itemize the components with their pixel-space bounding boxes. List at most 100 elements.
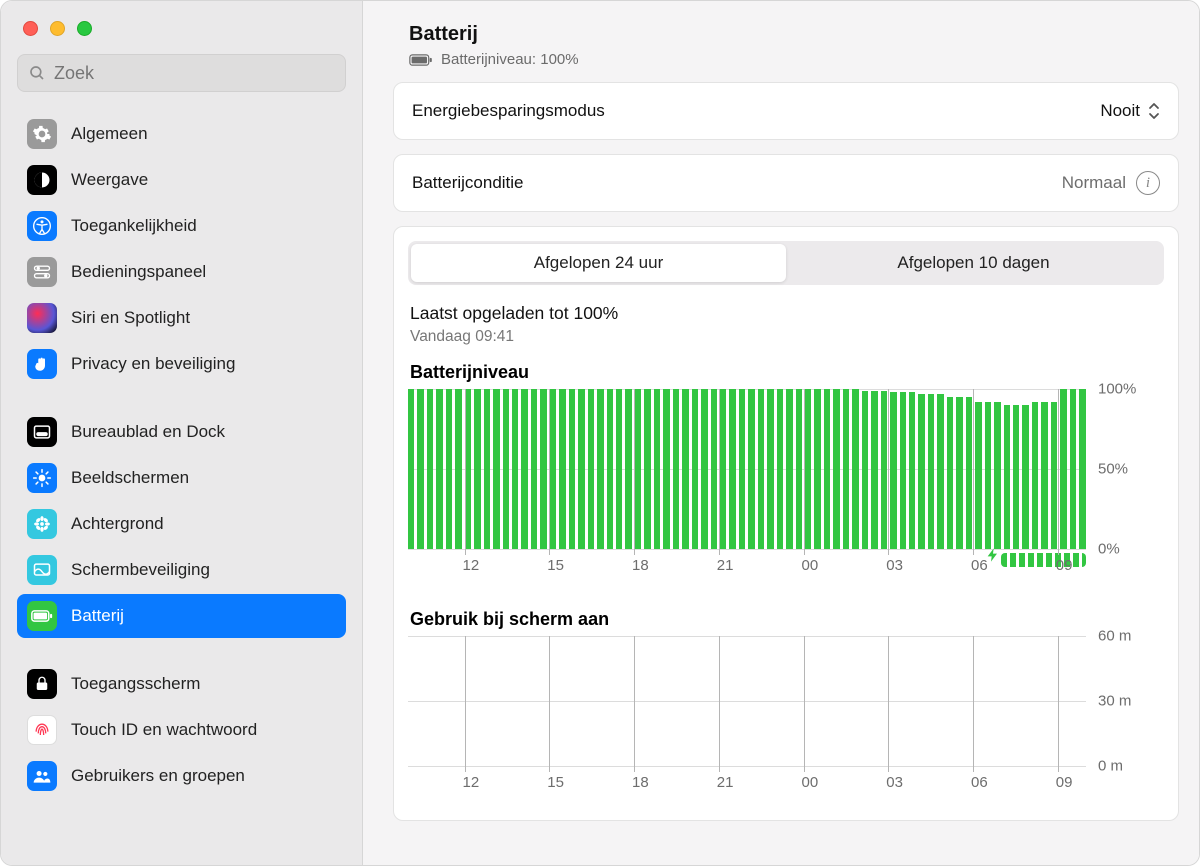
bar [1070, 389, 1076, 549]
sidebar-item-label: Schermbeveiliging [71, 560, 210, 580]
bar [729, 389, 735, 549]
gridline [549, 636, 550, 772]
gridline [973, 636, 974, 772]
bar [739, 389, 745, 549]
search-field[interactable] [17, 54, 346, 92]
bar [890, 392, 896, 549]
sidebar-item-users[interactable]: Gebruikers en groepen [17, 754, 346, 798]
sidebar-item-battery[interactable]: Batterij [17, 594, 346, 638]
sidebar-item-control-center[interactable]: Bedieningspaneel [17, 250, 346, 294]
bar [531, 389, 537, 549]
gridline [634, 389, 635, 555]
gridline [1058, 389, 1059, 555]
bar [446, 389, 452, 549]
lock-icon [27, 669, 57, 699]
seg-10d[interactable]: Afgelopen 10 dagen [786, 244, 1161, 282]
gridline [634, 636, 635, 772]
bar [701, 389, 707, 549]
sidebar-list: Algemeen Weergave Toegankelijkheid Bedie… [1, 104, 362, 808]
bar [408, 389, 414, 549]
bar [928, 394, 934, 549]
sidebar-item-wallpaper[interactable]: Achtergrond [17, 502, 346, 546]
bar [540, 389, 546, 549]
last-charged: Laatst opgeladen tot 100% Vandaag 09:41 [410, 303, 1162, 346]
xtick: 21 [717, 774, 734, 791]
sidebar-item-siri[interactable]: Siri en Spotlight [17, 296, 346, 340]
chart1-yaxis: 100% 50% 0% [1086, 389, 1164, 549]
bar [484, 389, 490, 549]
seg-24h[interactable]: Afgelopen 24 uur [411, 244, 786, 282]
users-icon [27, 761, 57, 791]
fullscreen-window-button[interactable] [77, 21, 92, 36]
bar [512, 389, 518, 549]
control-center-icon [27, 257, 57, 287]
bar [937, 394, 943, 549]
sidebar-item-appearance[interactable]: Weergave [17, 158, 346, 202]
chart2-title: Gebruik bij scherm aan [410, 609, 1164, 630]
close-window-button[interactable] [23, 21, 38, 36]
bar [796, 389, 802, 549]
dock-icon [27, 417, 57, 447]
bar [824, 389, 830, 549]
bar [758, 389, 764, 549]
bar [550, 389, 556, 549]
bar [1022, 405, 1028, 549]
chart-screen-on: 60 m 30 m 0 m [408, 636, 1164, 766]
minimize-window-button[interactable] [50, 21, 65, 36]
bar [682, 389, 688, 549]
gridline [888, 636, 889, 772]
info-icon[interactable]: i [1136, 171, 1160, 195]
sidebar-item-privacy[interactable]: Privacy en beveiliging [17, 342, 346, 386]
sidebar-item-dock[interactable]: Bureaublad en Dock [17, 410, 346, 454]
xtick: 00 [802, 557, 819, 574]
bar [493, 389, 499, 549]
bar [966, 397, 972, 549]
sidebar-item-general[interactable]: Algemeen [17, 112, 346, 156]
bar [644, 389, 650, 549]
appearance-icon [27, 165, 57, 195]
bar [994, 402, 1000, 549]
bar [881, 391, 887, 549]
condition-label: Batterijconditie [412, 173, 524, 193]
gridline [719, 636, 720, 772]
bar [711, 389, 717, 549]
time-range-segmented: Afgelopen 24 uur Afgelopen 10 dagen [408, 241, 1164, 285]
bar [900, 392, 906, 549]
bar [663, 389, 669, 549]
bar [1079, 389, 1085, 549]
bar [692, 389, 698, 549]
bar [436, 389, 442, 549]
bar [805, 389, 811, 549]
sidebar-item-accessibility[interactable]: Toegankelijkheid [17, 204, 346, 248]
gear-icon [27, 119, 57, 149]
bar [417, 389, 423, 549]
xtick: 18 [632, 774, 649, 791]
bar [767, 389, 773, 549]
brightness-icon [27, 463, 57, 493]
bar [786, 389, 792, 549]
bar [588, 389, 594, 549]
sidebar-item-touchid[interactable]: Touch ID en wachtwoord [17, 708, 346, 752]
xtick: 21 [717, 557, 734, 574]
hand-icon [27, 349, 57, 379]
sidebar-item-lockscreen[interactable]: Toegangsscherm [17, 662, 346, 706]
bar [975, 402, 981, 549]
condition-row[interactable]: Batterijconditie Normaal i [394, 155, 1178, 211]
sidebar-item-label: Batterij [71, 606, 124, 626]
sidebar-item-displays[interactable]: Beeldschermen [17, 456, 346, 500]
low-power-row[interactable]: Energiebesparingsmodus Nooit [394, 83, 1178, 139]
gridline [804, 389, 805, 555]
sidebar-item-screensaver[interactable]: Schermbeveiliging [17, 548, 346, 592]
siri-icon [27, 303, 57, 333]
ytick: 60 m [1098, 628, 1131, 645]
bar [559, 389, 565, 549]
xtick: 06 [971, 557, 988, 574]
search-input[interactable] [54, 63, 335, 84]
xtick: 03 [886, 557, 903, 574]
low-power-popup[interactable]: Nooit [1100, 101, 1160, 121]
sidebar-item-label: Achtergrond [71, 514, 164, 534]
chart1-plot [408, 389, 1086, 549]
sidebar-item-label: Gebruikers en groepen [71, 766, 245, 786]
xtick: 09 [1056, 774, 1073, 791]
bar [673, 389, 679, 549]
